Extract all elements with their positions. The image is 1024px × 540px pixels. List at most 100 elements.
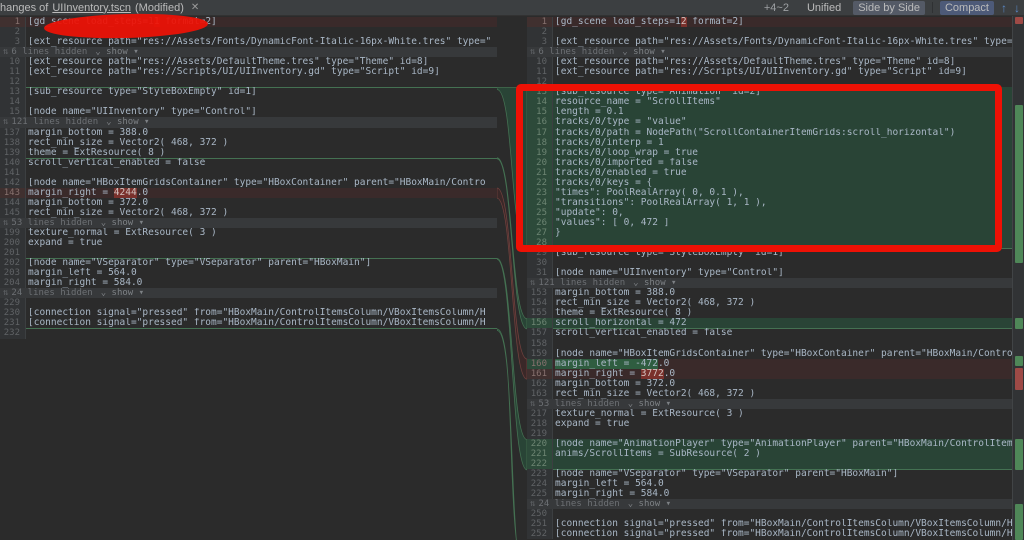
code-line: 162margin_bottom = 372.0 xyxy=(527,379,1012,389)
code-text xyxy=(26,298,497,308)
line-number: 20 xyxy=(527,158,553,168)
code-line: 24"transitions": PoolRealArray( 1, 1 ), xyxy=(527,198,1012,208)
code-text: scroll_vertical_enabled = false xyxy=(26,158,497,168)
fold-updown-icon: ⇅ xyxy=(530,399,535,409)
line-number: 17 xyxy=(527,128,553,138)
fold-updown-icon: ⇅ xyxy=(530,499,535,509)
code-text: tracks/0/interp = 1 xyxy=(553,138,1012,148)
code-text: scroll_horizontal = 472 xyxy=(553,318,1012,328)
code-line: 10[ext_resource path="res://Assets/Defau… xyxy=(527,57,1012,67)
code-line: 218expand = true xyxy=(527,419,1012,429)
code-line: 12 xyxy=(527,77,1012,87)
compact-view-button[interactable]: Compact xyxy=(940,1,994,15)
diff-pane-right: 1[gd_scene load_steps=12 format=2]23[ext… xyxy=(527,16,1012,540)
code-text: texture_normal = ExtResource( 3 ) xyxy=(26,228,497,238)
fold-show-link[interactable]: ⌄ show ▾ xyxy=(622,47,665,57)
fold-show-link[interactable]: ⌄ show ▾ xyxy=(628,399,671,409)
line-number: 14 xyxy=(527,97,553,107)
code-text: [sub_resource type="Animation" id=2] xyxy=(553,87,1012,97)
code-line: 15[node name="UIInventory" type="Control… xyxy=(0,107,497,117)
code-line: 13[sub_resource type="Animation" id=2] xyxy=(527,87,1012,97)
code-text: [ext_resource path="res://Assets/Fonts/D… xyxy=(553,37,1012,47)
code-line: 140scroll_vertical_enabled = false xyxy=(0,158,497,168)
code-text: margin_right = 584.0 xyxy=(553,489,1012,499)
title-bar: hanges of UIInventory.tscn (Modified) ✕ … xyxy=(0,0,1024,16)
error-stripe-scrollbar[interactable] xyxy=(1012,16,1024,540)
code-line: 203margin_left = 564.0 xyxy=(0,268,497,278)
code-text: theme = ExtResource( 8 ) xyxy=(26,148,497,158)
line-number: 231 xyxy=(0,318,26,328)
tab-filename[interactable]: UIInventory.tscn xyxy=(52,2,131,14)
fold-row: ⇅6 lines hidden⌄ show ▾ xyxy=(0,47,497,57)
next-change-icon[interactable]: ↓ xyxy=(1014,1,1020,15)
line-number: 221 xyxy=(527,449,553,459)
code-line: 11[ext_resource path="res://Scripts/UI/U… xyxy=(527,67,1012,77)
line-number: 26 xyxy=(527,218,553,228)
code-text: [ext_resource path="res://Scripts/UI/UII… xyxy=(553,67,1012,77)
fold-updown-icon: ⇅ xyxy=(3,288,8,298)
line-number: 251 xyxy=(527,519,553,529)
line-number: 10 xyxy=(527,57,553,67)
stripe-change-mark[interactable] xyxy=(1015,356,1023,366)
stripe-change-mark[interactable] xyxy=(1015,17,1023,24)
line-number: 145 xyxy=(0,208,26,218)
code-line: 223[node name="VSeparator" type="VSepara… xyxy=(527,469,1012,479)
fold-show-link[interactable]: ⌄ show ▾ xyxy=(628,499,671,509)
code-text: margin_bottom = 372.0 xyxy=(26,198,497,208)
fold-show-link[interactable]: ⌄ show ▾ xyxy=(101,218,144,228)
code-line: 14 xyxy=(0,97,497,107)
code-text xyxy=(553,509,1012,519)
line-number: 18 xyxy=(527,138,553,148)
line-number: 232 xyxy=(0,328,26,338)
stripe-change-mark[interactable] xyxy=(1015,318,1023,329)
code-text: [connection signal="pressed" from="HBoxM… xyxy=(553,519,1012,529)
code-text: tracks/0/type = "value" xyxy=(553,117,1012,127)
code-text: [node name="HBoxItemGridsContainer" type… xyxy=(26,178,497,188)
fold-show-link[interactable]: ⌄ show ▾ xyxy=(106,117,149,127)
diff-tab[interactable]: hanges of UIInventory.tscn (Modified) ✕ xyxy=(0,2,199,14)
code-text: margin_bottom = 388.0 xyxy=(26,128,497,138)
line-number: 1 xyxy=(527,17,553,27)
code-text: texture_normal = ExtResource( 3 ) xyxy=(553,409,1012,419)
code-text: "update": 0, xyxy=(553,208,1012,218)
line-number: 21 xyxy=(527,168,553,178)
code-line: 222 xyxy=(527,459,1012,469)
previous-change-icon[interactable]: ↑ xyxy=(1001,1,1007,15)
code-line: 139theme = ExtResource( 8 ) xyxy=(0,148,497,158)
stripe-change-mark[interactable] xyxy=(1015,504,1023,540)
code-line: 219 xyxy=(527,429,1012,439)
code-text xyxy=(553,238,1012,248)
fold-row: ⇅53 lines hidden⌄ show ▾ xyxy=(527,399,1012,409)
diff-connector-curves xyxy=(497,0,527,540)
code-text: length = 0.1 xyxy=(553,107,1012,117)
fold-label: 121 lines hidden xyxy=(538,278,625,288)
code-line: 232 xyxy=(0,328,497,338)
fold-row: ⇅6 lines hidden⌄ show ▾ xyxy=(527,47,1012,57)
fold-show-link[interactable]: ⌄ show ▾ xyxy=(95,47,138,57)
code-line: 163rect_min_size = Vector2( 468, 372 ) xyxy=(527,389,1012,399)
code-line: 2 xyxy=(0,27,497,37)
diff-pane-left: 1[gd_scene load_steps=11 format=2]23[ext… xyxy=(0,16,497,540)
close-icon[interactable]: ✕ xyxy=(191,2,199,13)
fold-show-link[interactable]: ⌄ show ▾ xyxy=(101,288,144,298)
stripe-change-mark[interactable] xyxy=(1015,105,1023,263)
fold-show-link[interactable]: ⌄ show ▾ xyxy=(633,278,676,288)
code-line: 200expand = true xyxy=(0,238,497,248)
line-number: 155 xyxy=(527,308,553,318)
code-text: tracks/0/path = NodePath("ScrollContaine… xyxy=(553,128,1012,138)
code-text xyxy=(553,27,1012,37)
code-text: [ext_resource path="res://Assets/Default… xyxy=(553,57,1012,67)
code-text: rect_min_size = Vector2( 468, 372 ) xyxy=(553,389,1012,399)
stripe-change-mark[interactable] xyxy=(1015,439,1023,470)
unified-view-button[interactable]: Unified xyxy=(802,1,846,15)
code-text: margin_right = 3772.0 xyxy=(553,369,1012,379)
stripe-change-mark[interactable] xyxy=(1015,368,1023,390)
line-number: 252 xyxy=(527,529,553,539)
code-line: 230[connection signal="pressed" from="HB… xyxy=(0,308,497,318)
code-text: [node name="UIInventory" type="Control"] xyxy=(553,268,1012,278)
line-number: 15 xyxy=(527,107,553,117)
tab-title-prefix: hanges of xyxy=(0,2,48,14)
line-number: 223 xyxy=(527,469,553,479)
changes-summary: +4~2 xyxy=(764,2,789,14)
side-by-side-view-button[interactable]: Side by Side xyxy=(853,1,925,15)
